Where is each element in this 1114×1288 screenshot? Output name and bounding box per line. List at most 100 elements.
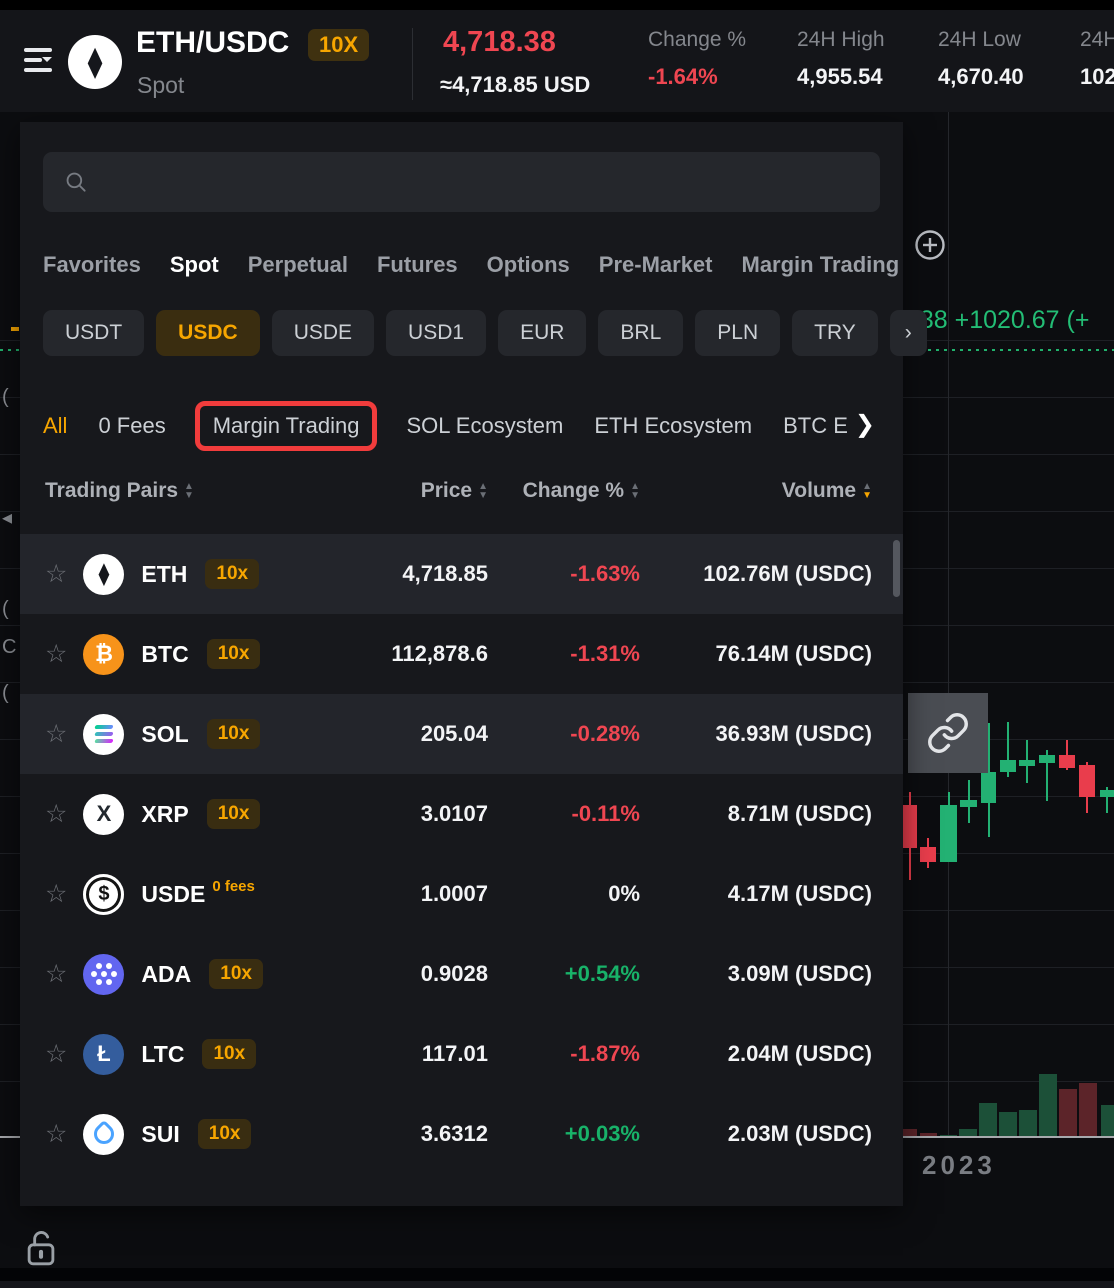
volume-cell: 76.14M (USDC) [640,641,872,667]
scrollbar-thumb[interactable] [893,540,900,597]
pair-symbol: USDE [141,881,205,908]
sui-icon [83,1114,124,1155]
quote-currency-filters: USDT USDC USDE USD1 EUR BRL PLN TRY › [43,310,927,356]
eth-glyph: ⧫ [88,45,103,80]
volume-cell: 3.09M (USDC) [640,961,872,987]
category-filters: All 0 Fees Margin Trading SOL Ecosystem ETH … [43,398,848,454]
change-cell: -0.11% [488,801,640,827]
category-sol-ecosystem[interactable]: SOL Ecosystem [406,413,563,439]
ada-icon [83,954,124,995]
category-eth-ecosystem[interactable]: ETH Ecosystem [594,413,752,439]
chain-link-icon [926,711,970,755]
favorite-star-icon[interactable]: ☆ [45,959,67,989]
leverage-badge: 10x [205,559,259,589]
quote-chips-more-chevron[interactable]: › [890,310,927,356]
table-row-btc[interactable]: ☆₿BTC10x112,878.6-1.31%76.14M (USDC) [20,614,903,694]
column-header-volume[interactable]: Volume▲▼ [640,479,872,503]
usde-icon: $ [83,874,124,915]
favorite-star-icon[interactable]: ☆ [45,559,67,589]
left-edge-fragment [11,327,19,331]
stat-change-percent: Change % -1.64% [648,28,746,90]
column-header-change-[interactable]: Change %▲▼ [488,479,640,503]
price-cell: 1.0007 [293,881,488,907]
pair-symbol: XRP [141,801,188,828]
quote-chip-usde[interactable]: USDE [272,310,374,356]
quote-chip-brl[interactable]: BRL [598,310,683,356]
pair-symbol: ETH [141,561,187,588]
stat-24h-low: 24H Low 4,670.40 [938,28,1024,90]
tab-options[interactable]: Options [487,252,570,278]
tab-spot[interactable]: Spot [170,252,219,278]
favorite-star-icon[interactable]: ☆ [45,799,67,829]
market-type-label: Spot [137,72,184,99]
favorite-star-icon[interactable]: ☆ [45,719,67,749]
category-more-chevron[interactable]: ❯ [855,410,875,439]
annotation-highlight-box: Margin Trading [195,401,378,451]
pair-symbol: BTC [141,641,188,668]
search-input[interactable] [103,170,860,195]
quote-chip-pln[interactable]: PLN [695,310,780,356]
category-0-fees[interactable]: 0 Fees [98,413,165,439]
stat-24h-clipped: 24H 102 [1080,28,1114,90]
tab-favorites[interactable]: Favorites [43,252,141,278]
tab-pre-market[interactable]: Pre-Market [599,252,713,278]
sort-icon: ▲▼ [862,482,872,500]
header-divider [412,28,413,100]
tab-futures[interactable]: Futures [377,252,458,278]
table-row-sol[interactable]: ☆SOL10x205.04-0.28%36.93M (USDC) [20,694,903,774]
table-row-eth[interactable]: ☆⧫ETH10x4,718.85-1.63%102.76M (USDC) [20,534,903,614]
market-tabs: Favorites Spot Perpetual Futures Options Pre-… [43,252,903,278]
quote-chip-try[interactable]: TRY [792,310,878,356]
price-cell: 112,878.6 [293,641,488,667]
pair-symbol: ADA [141,961,191,988]
stat-24h-high: 24H High 4,955.54 [797,28,885,90]
ltc-icon: Ł [83,1034,124,1075]
leverage-badge: 10X [308,29,369,61]
pair-symbol: SOL [141,721,188,748]
quote-chip-eur[interactable]: EUR [498,310,586,356]
volume-cell: 2.03M (USDC) [640,1121,872,1147]
table-row-xrp[interactable]: ☆XXRP10x3.0107-0.11%8.71M (USDC) [20,774,903,854]
table-row-sui[interactable]: ☆SUI10x3.6312+0.03%2.03M (USDC) [20,1094,903,1174]
category-all[interactable]: All [43,413,67,439]
change-cell: +0.54% [488,961,640,987]
table-row-ltc[interactable]: ☆ŁLTC10x117.01-1.87%2.04M (USDC) [20,1014,903,1094]
favorite-star-icon[interactable]: ☆ [45,879,67,909]
table-row-ada[interactable]: ☆ ADA 10x 0.9028+0.54%3.09M (USDC) [20,934,903,1014]
tab-perpetual[interactable]: Perpetual [248,252,348,278]
price-cell: 0.9028 [293,961,488,987]
tab-margin-trading[interactable]: Margin Trading [742,252,900,278]
change-cell: -1.31% [488,641,640,667]
quote-chip-usd1[interactable]: USD1 [386,310,486,356]
price-cell: 4,718.85 [293,561,488,587]
unlock-icon[interactable] [22,1226,60,1270]
category-margin-trading[interactable]: Margin Trading [213,413,360,438]
top-strip [0,0,1114,10]
price-cell: 117.01 [293,1041,488,1067]
table-row-usde[interactable]: ☆$USDE0 fees1.00070%4.17M (USDC) [20,854,903,934]
pair-symbol: LTC [141,1041,184,1068]
eth-icon: ⧫ [83,554,124,595]
category-btc-e[interactable]: BTC E [783,413,848,439]
volume-cell: 4.17M (USDC) [640,881,872,907]
menu-icon[interactable] [24,48,54,76]
quote-chip-usdt[interactable]: USDT [43,310,144,356]
volume-cell: 102.76M (USDC) [640,561,872,587]
quote-chip-usdc[interactable]: USDC [156,310,260,356]
pair-title[interactable]: ETH/USDC [136,26,289,60]
favorite-star-icon[interactable]: ☆ [45,639,67,669]
chart-change-annotation: 3.38 +1020.67 (+ [899,306,1089,335]
leverage-badge: 10x [198,1119,252,1149]
search-bar[interactable] [43,152,880,212]
change-cell: +0.03% [488,1121,640,1147]
column-header-price[interactable]: Price▲▼ [293,479,488,503]
favorite-star-icon[interactable]: ☆ [45,1039,67,1069]
price-cell: 3.6312 [293,1121,488,1147]
leverage-badge: 10x [209,959,263,989]
add-indicator-button[interactable] [911,226,949,264]
link-button[interactable] [908,693,988,773]
favorite-star-icon[interactable]: ☆ [45,1119,67,1149]
ticker-header: ⧫ ETH/USDC 10X Spot 4,718.38 ≈4,718.85 U… [0,0,1114,112]
column-header-trading-pairs[interactable]: Trading Pairs▲▼ [45,479,293,503]
pair-logo-eth-icon[interactable]: ⧫ [68,35,122,89]
